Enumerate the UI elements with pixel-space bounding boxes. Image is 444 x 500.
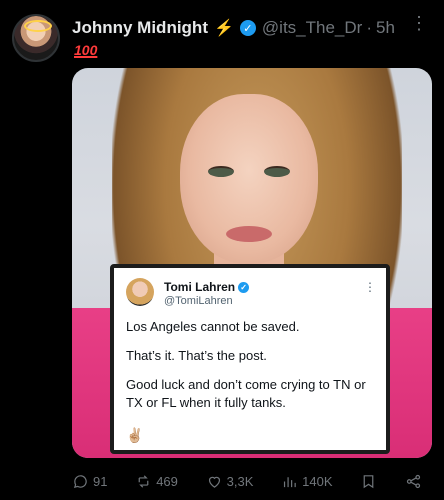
quoted-author-handle: @TomiLahren bbox=[164, 295, 233, 307]
bookmark-button[interactable] bbox=[360, 473, 377, 490]
views-chart-icon bbox=[284, 476, 296, 487]
share-button[interactable] bbox=[405, 473, 422, 490]
victory-hand-emoji: ✌🏼 bbox=[126, 427, 144, 443]
face-shape bbox=[180, 94, 318, 264]
share-icon bbox=[406, 474, 421, 488]
quoted-author-name-row: Tomi Lahren ✓ bbox=[164, 280, 250, 294]
verified-badge-icon[interactable]: ✓ bbox=[239, 20, 256, 36]
reply-count: 91 bbox=[93, 473, 108, 489]
author-avatar[interactable] bbox=[12, 14, 60, 62]
repost-button[interactable]: 469 bbox=[135, 473, 178, 490]
views-button[interactable]: 140K bbox=[281, 473, 333, 490]
repost-icon bbox=[138, 474, 149, 488]
separator-dot: · bbox=[366, 18, 372, 37]
more-options-icon[interactable]: ⋮ bbox=[410, 14, 428, 32]
quoted-line: Good luck and don’t come crying to TN or… bbox=[126, 377, 366, 410]
halo-decoration bbox=[24, 20, 52, 32]
view-count: 140K bbox=[302, 473, 333, 489]
quoted-line: Los Angeles cannot be saved. bbox=[126, 319, 300, 334]
quoted-tweet-card[interactable]: Tomi Lahren ✓ @TomiLahren ⋮ Los Angeles c… bbox=[110, 264, 390, 454]
reply-button[interactable]: 91 bbox=[72, 473, 107, 490]
quoted-author-avatar bbox=[126, 278, 154, 306]
left-eye bbox=[208, 166, 234, 177]
action-bar: 91 469 3,3K 140K bbox=[72, 470, 422, 492]
heart-icon bbox=[208, 476, 220, 488]
quoted-line: That’s it. That’s the post. bbox=[126, 348, 267, 363]
quoted-tweet-text: Los Angeles cannot be saved. That’s it. … bbox=[126, 318, 376, 423]
right-eye bbox=[264, 166, 290, 177]
author-handle[interactable]: @its_The_Dr bbox=[262, 18, 362, 38]
like-count: 3,3K bbox=[226, 473, 254, 489]
hundred-points-emoji: 100 bbox=[74, 42, 98, 58]
verified-badge-icon: ✓ bbox=[238, 282, 250, 294]
quoted-author-name: Tomi Lahren bbox=[164, 280, 236, 294]
author-name[interactable]: Johnny Midnight bbox=[72, 18, 208, 38]
like-button[interactable]: 3,3K bbox=[206, 473, 254, 490]
bookmark-icon bbox=[363, 474, 374, 488]
post-timestamp[interactable]: 5h bbox=[376, 18, 395, 38]
repost-count: 469 bbox=[156, 473, 178, 489]
lips bbox=[226, 226, 272, 242]
reply-icon bbox=[73, 474, 87, 488]
lightning-bolt-icon: ⚡ bbox=[213, 20, 234, 37]
post-header: Johnny Midnight ⚡ ✓ @its_The_Dr · 5h bbox=[72, 16, 430, 40]
quoted-more-icon: ⋮ bbox=[364, 280, 376, 294]
